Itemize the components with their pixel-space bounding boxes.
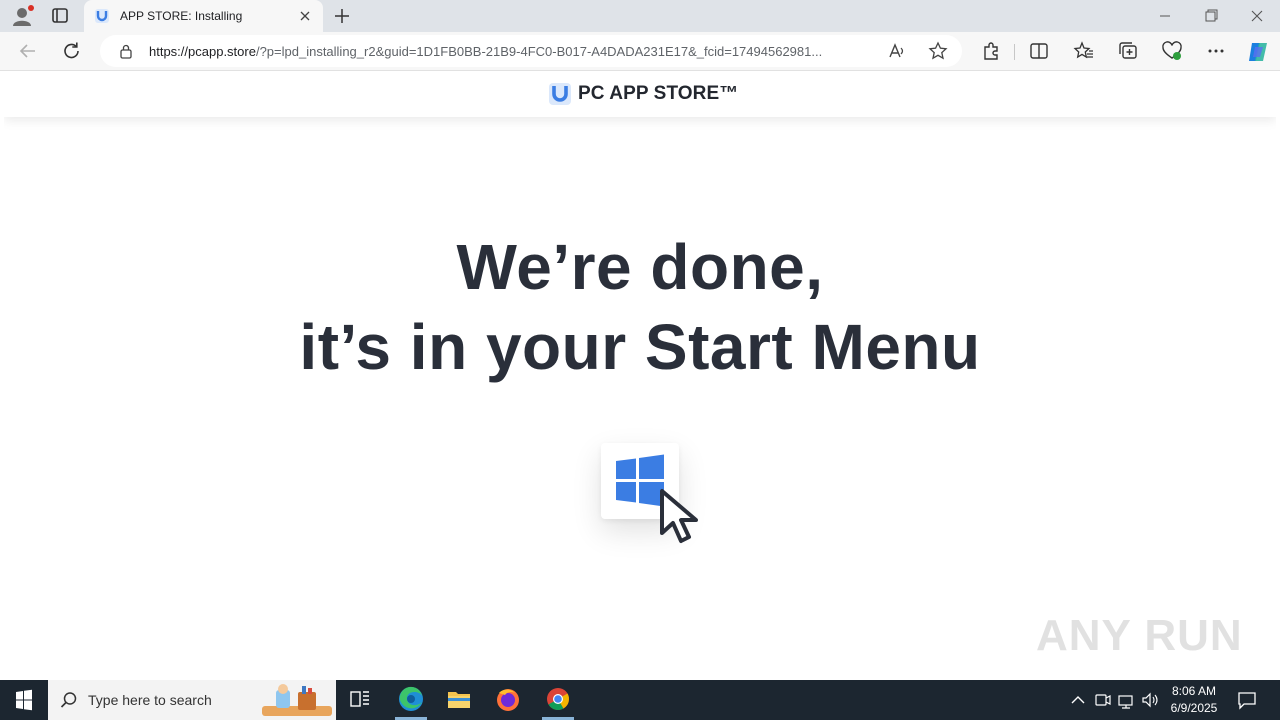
read-aloud-icon[interactable] [887,41,907,61]
copilot-icon[interactable] [1246,40,1268,62]
firefox-icon[interactable] [484,680,532,720]
profile-avatar-icon[interactable] [8,4,36,28]
show-hidden-icons-chevron-icon[interactable] [1068,690,1088,710]
start-button-icon[interactable] [0,680,48,720]
back-arrow-icon[interactable] [16,40,40,62]
browser-tab-active[interactable]: APP STORE: Installing [84,0,323,32]
search-highlight-art-icon [260,682,334,718]
split-screen-icon[interactable] [1028,40,1050,62]
url-host: https://pcapp.store [149,44,256,59]
url-text[interactable]: https://pcapp.store/?p=lpd_installing_r2… [149,44,879,59]
any-run-watermark: ANY RUN [1036,611,1243,660]
toolbar-separator [1014,44,1015,60]
address-bar[interactable]: https://pcapp.store/?p=lpd_installing_r2… [100,35,962,67]
lock-icon[interactable] [118,43,134,59]
clock-date: 6/9/2025 [1170,701,1218,715]
tab-close-icon[interactable] [297,8,313,24]
site-logo-text[interactable]: PC APP STORE™ [578,83,738,105]
close-window-icon[interactable] [1245,6,1269,26]
taskbar-clock[interactable]: 8:06 AM 6/9/2025 [1164,683,1224,717]
refresh-icon[interactable] [60,40,84,62]
clock-time: 8:06 AM [1171,684,1217,698]
favorites-icon[interactable] [1073,40,1095,62]
notification-center-icon[interactable] [1236,690,1258,710]
browser-essentials-icon[interactable] [1161,40,1183,62]
site-header: PC APP STORE™ [4,71,1276,117]
task-view-icon[interactable] [336,680,384,720]
headline-line-2: it’s in your Start Menu [299,311,981,383]
restore-icon[interactable] [1199,6,1223,26]
edge-taskbar-icon[interactable] [387,680,435,720]
mouse-cursor-icon [656,487,712,547]
more-menu-icon[interactable] [1205,40,1227,62]
page-headline: We’re done, it’s in your Start Menu [4,227,1276,387]
taskbar-search-box[interactable]: Type here to search [48,680,336,720]
search-placeholder: Type here to search [88,692,212,708]
app-store-favicon-icon [94,8,110,24]
volume-icon[interactable] [1140,690,1160,710]
meet-now-icon[interactable] [1093,690,1113,710]
network-icon[interactable] [1116,690,1136,710]
new-tab-icon[interactable] [330,4,354,28]
headline-line-1: We’re done, [456,231,824,303]
extensions-icon[interactable] [980,40,1002,62]
collections-icon[interactable] [1117,40,1139,62]
windows-taskbar: Type here to search 8:06 AM 6/9/2025 [0,680,1280,720]
chrome-icon[interactable] [534,680,582,720]
pc-app-store-logo-icon[interactable] [548,82,572,106]
page-viewport: PC APP STORE™ We’re done, it’s in your S… [4,71,1276,676]
tab-title: APP STORE: Installing [120,9,243,23]
browser-tab-strip: APP STORE: Installing [0,0,1280,32]
favorite-star-icon[interactable] [928,41,948,61]
tab-actions-icon[interactable] [46,4,74,28]
file-explorer-icon[interactable] [435,680,483,720]
browser-toolbar: https://pcapp.store/?p=lpd_installing_r2… [0,32,1280,71]
url-path: /?p=lpd_installing_r2&guid=1D1FB0BB-21B9… [255,44,823,59]
search-icon [60,691,78,709]
minimize-icon[interactable] [1153,6,1177,26]
